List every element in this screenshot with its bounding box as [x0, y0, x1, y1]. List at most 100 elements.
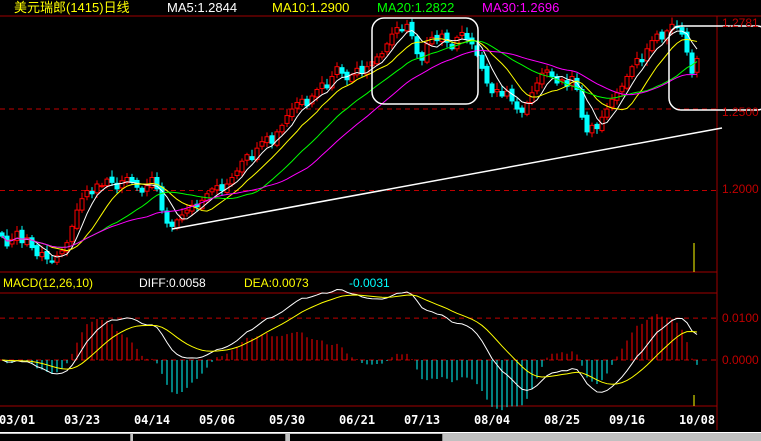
candle-down — [269, 135, 275, 144]
candle-down — [684, 31, 690, 53]
candle-up — [384, 43, 390, 53]
candle-down — [19, 229, 25, 244]
candle-down — [249, 156, 255, 161]
candle-down — [464, 32, 470, 40]
x-tick-label: 05/30 — [269, 413, 305, 427]
candle-down — [0, 232, 5, 237]
candle-up — [654, 33, 660, 42]
candle-down — [399, 29, 405, 32]
candle-down — [479, 54, 485, 69]
candle-down — [44, 250, 50, 260]
candle-up — [99, 185, 105, 188]
price-label-1.25: 1.2500 — [722, 105, 759, 119]
candle-down — [594, 123, 600, 130]
candle-up — [299, 98, 305, 105]
x-tick-label: 06/21 — [339, 413, 375, 427]
candle-up — [634, 58, 640, 66]
candle-down — [339, 67, 345, 74]
ma5-line — [1, 29, 698, 258]
macd-label-0: 0.0000 — [722, 353, 759, 367]
candle-up — [589, 124, 595, 134]
candle-up — [119, 180, 125, 189]
candle-down — [549, 71, 555, 77]
candle-up — [74, 209, 80, 229]
candle-down — [49, 260, 55, 263]
candle-up — [404, 23, 410, 32]
candle-up — [264, 136, 270, 144]
x-tick-label: 05/06 — [199, 413, 235, 427]
candle-up — [39, 251, 45, 258]
x-tick-label: 07/13 — [404, 413, 440, 427]
candle-up — [624, 75, 630, 89]
candle-up — [544, 69, 550, 73]
candle-up — [314, 89, 320, 98]
candle-up — [214, 185, 220, 191]
candle-up — [619, 85, 625, 93]
candle-down — [219, 184, 225, 192]
candle-up — [649, 40, 655, 52]
candle-down — [484, 65, 490, 84]
candle-down — [499, 90, 505, 97]
candle-up — [354, 67, 360, 76]
candle-up — [429, 36, 435, 45]
candle-up — [629, 66, 635, 77]
x-tick-label: 08/04 — [474, 413, 510, 427]
candle-up — [94, 183, 100, 194]
candle-up — [529, 92, 535, 104]
candle-up — [494, 89, 500, 93]
candle-up — [104, 178, 110, 187]
candle-up — [284, 115, 290, 124]
annotation-box — [668, 25, 761, 111]
candle-up — [424, 43, 430, 63]
candle-up — [389, 33, 395, 46]
candle-up — [439, 33, 445, 43]
candle-down — [489, 83, 495, 94]
candle-down — [164, 210, 170, 224]
x-tick-label: 03/23 — [64, 413, 100, 427]
candle-up — [334, 66, 340, 76]
price-label-top: 1.2781 — [722, 16, 759, 30]
candle-up — [149, 176, 155, 189]
candle-down — [34, 245, 40, 257]
candle-up — [244, 154, 250, 161]
candle-up — [349, 74, 355, 83]
candle-up — [534, 82, 540, 92]
candle-down — [359, 65, 365, 74]
candle-up — [229, 176, 235, 185]
candle-down — [434, 34, 440, 42]
candle-up — [379, 53, 385, 58]
candle-up — [394, 27, 400, 34]
candle-up — [609, 98, 615, 108]
support-trendline — [171, 127, 723, 230]
candle-down — [139, 187, 145, 193]
candle-down — [584, 114, 590, 133]
candle-down — [324, 84, 330, 89]
diff-line — [1, 289, 698, 393]
price-label-1.20: 1.2000 — [722, 182, 759, 196]
candle-down — [109, 176, 115, 183]
candle-up — [459, 31, 465, 36]
candle-down — [689, 52, 695, 74]
x-tick-label: 08/25 — [544, 413, 580, 427]
candle-up — [524, 102, 530, 115]
candle-up — [604, 108, 610, 118]
candle-up — [59, 250, 65, 255]
candle-up — [209, 188, 215, 193]
candle-down — [639, 59, 645, 63]
candle-up — [319, 82, 325, 90]
candle-down — [514, 101, 520, 110]
macd-label-0.01: 0.0100 — [722, 311, 759, 325]
candle-up — [69, 225, 75, 243]
candle-up — [234, 170, 240, 177]
candle-up — [279, 124, 285, 133]
candle-down — [89, 191, 95, 195]
candlestick-chart[interactable]: 03/01 03/23 04/14 05/06 05/30 06/21 07/13 08/04… — [0, 0, 761, 432]
x-tick-label: 03/01 — [0, 413, 35, 427]
candle-up — [694, 58, 700, 73]
x-tick-label: 10/08 — [679, 413, 715, 427]
candle-up — [644, 48, 650, 62]
candle-up — [374, 56, 380, 65]
x-tick-label: 09/16 — [609, 413, 645, 427]
candle-up — [259, 141, 265, 147]
candle-up — [174, 219, 180, 229]
